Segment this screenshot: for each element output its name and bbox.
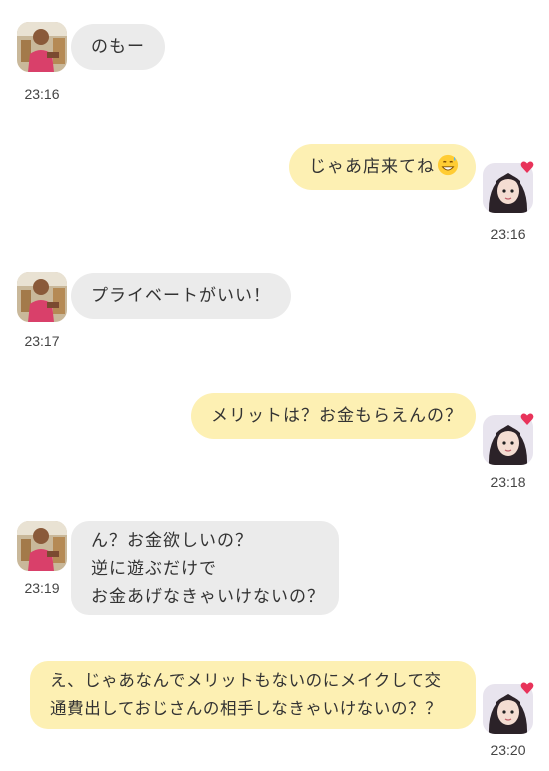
sender-avatar[interactable] bbox=[17, 521, 67, 571]
message-bubble-6[interactable]: え、じゃあなんでメリットもないのにメイクして交 通費出しておじさんの相手しなきゃ… bbox=[30, 661, 476, 729]
message-bubble-3[interactable]: プライベートがいい！ bbox=[71, 273, 291, 319]
message-bubble-2[interactable]: じゃあ店来てね bbox=[289, 144, 476, 190]
message-bubble-1[interactable]: のもー bbox=[71, 24, 165, 70]
message-time-6: 23:20 bbox=[490, 742, 526, 758]
message-bubble-5[interactable]: ん？お金欲しいの？ 逆に遊ぶだけで お金あげなきゃいけないの？ bbox=[71, 521, 339, 615]
message-bubble-4[interactable]: メリットは？お金もらえんの？ bbox=[191, 393, 476, 439]
message-time-3: 23:17 bbox=[24, 333, 60, 349]
message-time-2: 23:16 bbox=[490, 226, 526, 242]
message-text-6-line-1: え、じゃあなんでメリットもないのにメイクして交 bbox=[50, 671, 442, 690]
message-time-1: 23:16 bbox=[24, 86, 60, 102]
heart-icon bbox=[520, 161, 534, 173]
grinning-sweat-emoji-icon bbox=[437, 154, 459, 176]
message-text-6-line-2: 通費出しておじさんの相手しなきゃいけないの？？ bbox=[50, 699, 443, 718]
message-text-5-line-3: お金あげなきゃいけないの？ bbox=[91, 587, 325, 607]
message-time-4: 23:18 bbox=[490, 474, 526, 490]
message-text-3: プライベートがいい！ bbox=[91, 286, 271, 306]
message-text-5-line-2: 逆に遊ぶだけで bbox=[91, 559, 217, 579]
heart-icon bbox=[520, 682, 534, 694]
message-text-4: メリットは？お金もらえんの？ bbox=[211, 406, 463, 426]
sender-avatar[interactable] bbox=[17, 22, 67, 72]
message-time-5: 23:19 bbox=[24, 580, 60, 596]
message-text-1: のもー bbox=[91, 37, 145, 57]
heart-icon bbox=[520, 413, 534, 425]
message-text-5-line-1: ん？お金欲しいの？ bbox=[91, 531, 253, 551]
message-text-2: じゃあ店来てね bbox=[309, 157, 435, 177]
sender-avatar[interactable] bbox=[17, 272, 67, 322]
